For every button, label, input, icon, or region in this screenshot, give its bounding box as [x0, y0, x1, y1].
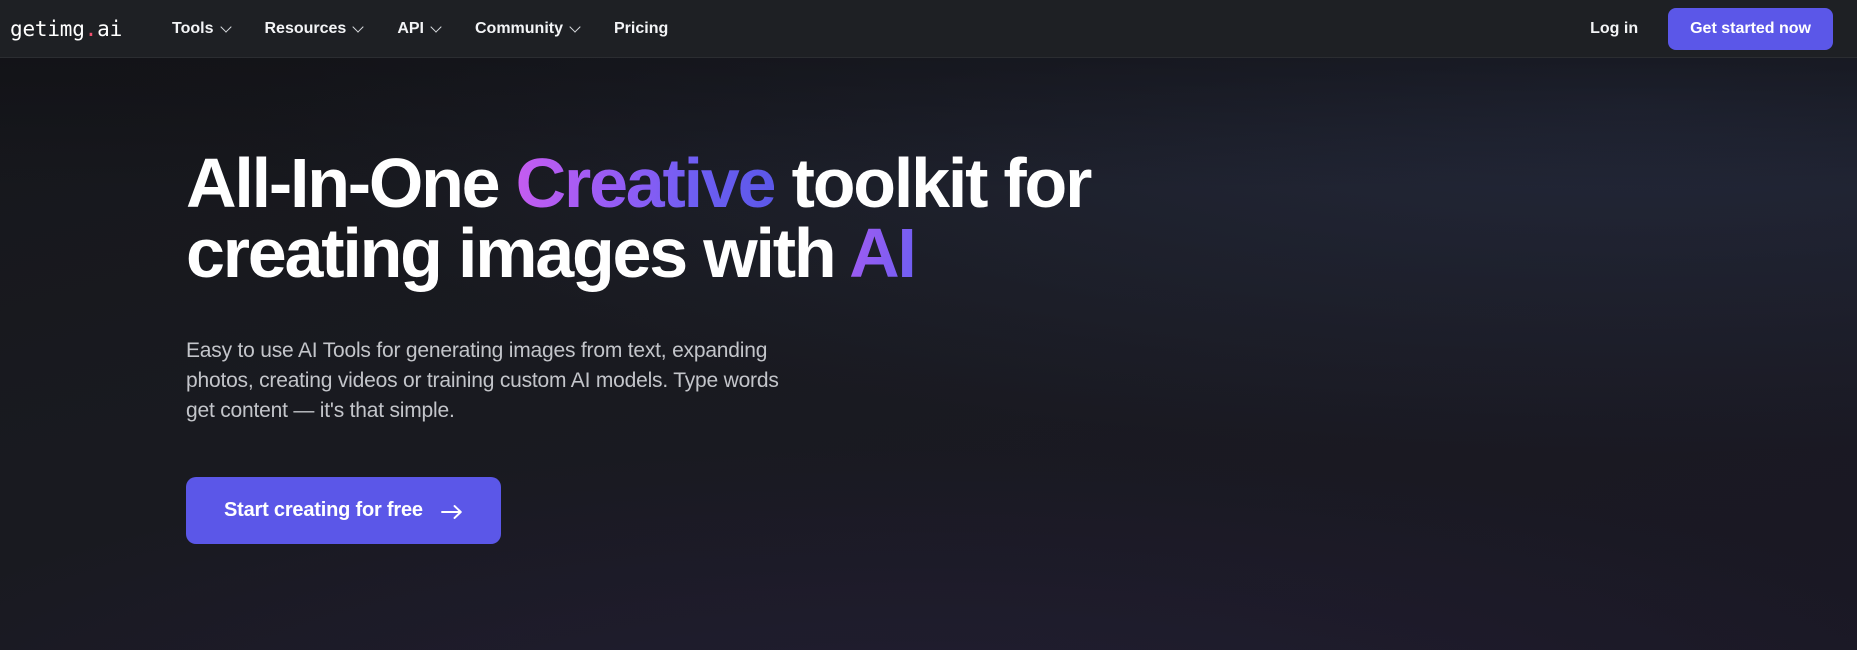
nav-item-api[interactable]: API	[383, 12, 457, 46]
nav-item-tools[interactable]: Tools	[158, 12, 246, 46]
nav-item-pricing[interactable]: Pricing	[600, 12, 682, 46]
page-title: All-In-One Creative toolkit for creating…	[186, 148, 1146, 288]
chevron-down-icon	[571, 22, 582, 33]
get-started-button[interactable]: Get started now	[1668, 7, 1833, 50]
login-link[interactable]: Log in	[1582, 14, 1646, 44]
main-nav-links: Tools Resources API Community Pricing	[158, 12, 682, 46]
start-creating-for-free-button[interactable]: Start creating for free	[186, 477, 501, 545]
headline-text: toolkit for	[774, 144, 1093, 222]
nav-actions: Log in Get started now	[1582, 7, 1833, 50]
nav-item-label: API	[397, 19, 424, 37]
hero-section: All-In-One Creative toolkit for creating…	[0, 58, 1857, 650]
arrow-right-icon	[440, 503, 463, 519]
chevron-down-icon	[354, 22, 365, 33]
nav-item-label: Resources	[264, 19, 347, 37]
brand-logo[interactable]: getimg.ai	[10, 17, 122, 41]
brand-logo-tld: ai	[97, 16, 123, 41]
headline-text: creating images with	[186, 214, 850, 292]
cta-label: Start creating for free	[224, 499, 423, 522]
headline-text: All-In-One	[186, 144, 516, 222]
hero-content: All-In-One Creative toolkit for creating…	[0, 58, 1857, 545]
brand-logo-dot: .	[84, 16, 98, 41]
top-navigation-bar: getimg.ai Tools Resources API Community …	[0, 0, 1857, 58]
headline-line-2: creating images with AI	[186, 218, 1146, 288]
nav-item-label: Tools	[172, 19, 214, 37]
nav-item-community[interactable]: Community	[461, 12, 596, 46]
headline-accent-creative: Creative	[515, 144, 777, 222]
nav-item-label: Pricing	[614, 19, 669, 37]
nav-item-label: Community	[475, 19, 563, 37]
headline-line-1: All-In-One Creative toolkit for	[186, 148, 1146, 218]
hero-subheadline: Easy to use AI Tools for generating imag…	[186, 339, 779, 422]
chevron-down-icon	[222, 22, 233, 33]
chevron-down-icon	[432, 22, 443, 33]
brand-logo-name: getimg	[10, 16, 85, 41]
nav-item-resources[interactable]: Resources	[251, 12, 380, 46]
headline-accent-ai: AI	[849, 214, 917, 292]
